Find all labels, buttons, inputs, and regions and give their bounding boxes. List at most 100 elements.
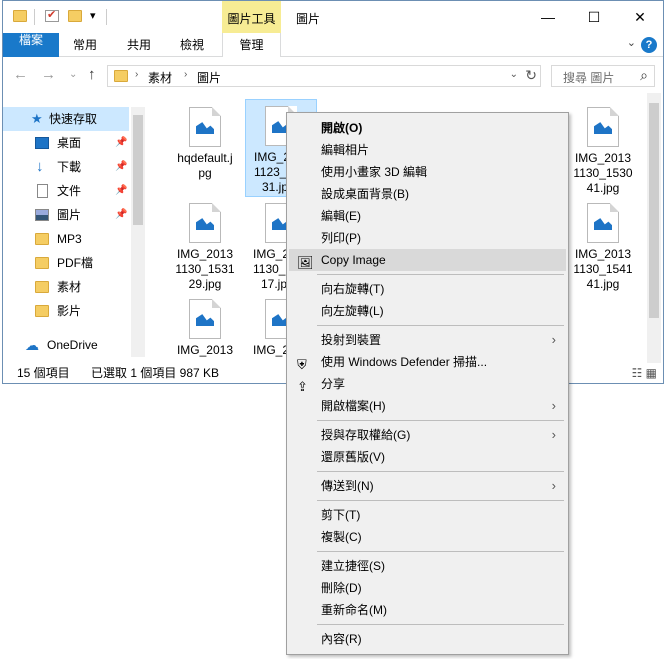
context-menu-item[interactable]: 複製(C) [289, 526, 566, 548]
file-item[interactable]: hqdefault.j pg [169, 101, 241, 181]
file-item[interactable]: IMG_2013 1130_1530 41.jpg [567, 101, 639, 196]
back-icon[interactable]: ← [13, 66, 28, 83]
desktop-icon [35, 137, 49, 149]
context-menu-item[interactable]: 向左旋轉(L) [289, 300, 566, 322]
context-menu-item[interactable]: 設成桌面背景(B) [289, 183, 566, 205]
tab-file[interactable]: 檔案 [3, 33, 59, 57]
context-menu-item[interactable]: 編輯(E) [289, 205, 566, 227]
context-menu-label: 還原舊版(V) [321, 450, 385, 464]
context-menu-item[interactable]: 編輯相片 [289, 139, 566, 161]
scrollbar-thumb[interactable] [649, 103, 659, 318]
tab-view[interactable]: 檢視 [168, 33, 216, 57]
address-field[interactable]: › 素材 › 圖片 ⌄ ↻ [107, 65, 541, 87]
context-menu-label: 開啟(O) [321, 121, 363, 135]
submenu-arrow-icon: › [551, 398, 556, 413]
nav-item-materials[interactable]: 素材 [3, 275, 129, 299]
tab-share[interactable]: 共用 [115, 33, 163, 57]
ribbon-tab-bar: 檔案 常用 共用 檢視 管理 [3, 33, 663, 57]
context-menu-item[interactable]: 🖼 Copy Image [289, 249, 566, 271]
nav-item-documents[interactable]: 文件 📌 [3, 179, 129, 203]
context-menu-item[interactable]: ⛨ 使用 Windows Defender 掃描... [289, 351, 566, 373]
file-name-line: 1130_1531 [175, 262, 235, 276]
breadcrumb-item[interactable]: 素材 [148, 69, 172, 86]
help-icon[interactable]: ? [641, 37, 657, 53]
context-menu-item[interactable]: 開啟(O) [289, 117, 566, 139]
nav-item-pdf[interactable]: PDF檔 [3, 251, 129, 275]
nav-item-label: OneDrive [47, 338, 98, 352]
navigation-pane: ★ 快速存取 桌面 📌 ↓ 下載 📌 文件 📌 圖片 📌 MP3 PDF檔 素材… [3, 107, 145, 357]
minimize-button[interactable]: — [525, 4, 571, 30]
folder-icon[interactable] [13, 10, 27, 22]
tab-home[interactable]: 常用 [61, 33, 109, 57]
tab-manage[interactable]: 管理 [222, 33, 281, 57]
close-button[interactable]: ✕ [617, 4, 663, 30]
file-name-line: IMG_2013 [574, 151, 632, 165]
context-menu-item[interactable]: 重新命名(M) [289, 599, 566, 621]
file-name-line: 1130_1541 [573, 262, 633, 276]
pictures-icon [35, 209, 49, 221]
properties-check-icon[interactable] [45, 8, 59, 22]
submenu-arrow-icon: › [551, 427, 556, 442]
selection-info: 已選取 1 個項目 987 KB [91, 366, 220, 380]
context-menu-label: 投射到裝置 [321, 333, 382, 347]
file-item[interactable]: IMG_2013 [169, 293, 241, 358]
folder-icon [35, 257, 49, 269]
file-item[interactable]: IMG_2013 1130_1541 41.jpg [567, 197, 639, 292]
forward-icon[interactable]: → [41, 66, 56, 83]
quick-access-dropdown-icon[interactable]: ▾ [90, 9, 96, 22]
address-bar-row: ← → ⌄ ↑ › 素材 › 圖片 ⌄ ↻ 搜尋 圖片 ⌕ [3, 63, 663, 89]
nav-item-videos[interactable]: 影片 [3, 299, 129, 323]
nav-item-quick-access[interactable]: ★ 快速存取 [3, 107, 129, 131]
context-menu-label: 授與存取權給(G) [321, 428, 411, 442]
nav-item-onedrive[interactable]: ☁ OneDrive [3, 333, 129, 357]
context-menu-item[interactable]: 使用小畫家 3D 編輯 [289, 161, 566, 183]
nav-item-pictures[interactable]: 圖片 📌 [3, 203, 129, 227]
nav-item-label: MP3 [57, 232, 82, 246]
context-menu-item[interactable]: 投射到裝置 › [289, 329, 566, 351]
nav-item-mp3[interactable]: MP3 [3, 227, 129, 251]
context-menu-item[interactable]: 向右旋轉(T) [289, 278, 566, 300]
address-dropdown-icon[interactable]: ⌄ [510, 69, 518, 80]
up-icon[interactable]: ↑ [88, 66, 96, 83]
context-menu-label: 向左旋轉(L) [321, 304, 384, 318]
nav-item-downloads[interactable]: ↓ 下載 📌 [3, 155, 129, 179]
submenu-arrow-icon: › [551, 478, 556, 493]
breadcrumb-separator: › [184, 69, 188, 80]
context-menu-item[interactable]: 剪下(T) [289, 504, 566, 526]
file-item[interactable]: IMG_2013 1130_1531 29.jpg [169, 197, 241, 292]
context-menu-label: 重新命名(M) [321, 603, 387, 617]
ribbon-collapse-icon[interactable]: ⌄ [627, 36, 636, 49]
context-menu-item[interactable]: 傳送到(N) › [289, 475, 566, 497]
scrollbar-thumb[interactable] [133, 115, 143, 225]
refresh-icon[interactable]: ↻ [525, 67, 537, 84]
context-menu-item[interactable]: 建立捷徑(S) [289, 555, 566, 577]
file-view-scrollbar[interactable] [647, 93, 661, 363]
context-menu-item[interactable]: 還原舊版(V) [289, 446, 566, 468]
context-menu-item[interactable]: 授與存取權給(G) › [289, 424, 566, 446]
image-file-icon [587, 203, 619, 243]
breadcrumb-item[interactable]: 圖片 [197, 69, 221, 86]
nav-item-desktop[interactable]: 桌面 📌 [3, 131, 129, 155]
menu-separator [317, 551, 564, 552]
maximize-button[interactable]: ☐ [571, 4, 617, 30]
folder-icon [35, 281, 49, 293]
context-menu-item[interactable]: 刪除(D) [289, 577, 566, 599]
recent-locations-icon[interactable]: ⌄ [69, 69, 77, 80]
nav-item-label: PDF檔 [57, 256, 94, 270]
context-menu-label: 開啟檔案(H) [321, 399, 386, 413]
context-menu-label: 設成桌面背景(B) [321, 187, 409, 201]
view-toggle-icons[interactable]: ☷ ▦ [632, 363, 657, 383]
download-icon: ↓ [36, 158, 44, 175]
search-input[interactable]: 搜尋 圖片 ⌕ [551, 65, 655, 87]
context-menu-item[interactable]: 開啟檔案(H) › [289, 395, 566, 417]
context-menu-item[interactable]: 內容(R) [289, 628, 566, 650]
folder-icon [35, 233, 49, 245]
window-title: 圖片 [296, 12, 321, 26]
context-menu-label: 使用 Windows Defender 掃描... [321, 355, 488, 369]
new-folder-icon[interactable] [68, 10, 82, 22]
context-menu-item[interactable]: ⇪ 分享 [289, 373, 566, 395]
search-icon[interactable]: ⌕ [640, 67, 648, 84]
context-menu-item[interactable]: 列印(P) [289, 227, 566, 249]
search-placeholder: 搜尋 圖片 [563, 71, 615, 85]
nav-pane-scrollbar[interactable] [131, 107, 145, 357]
